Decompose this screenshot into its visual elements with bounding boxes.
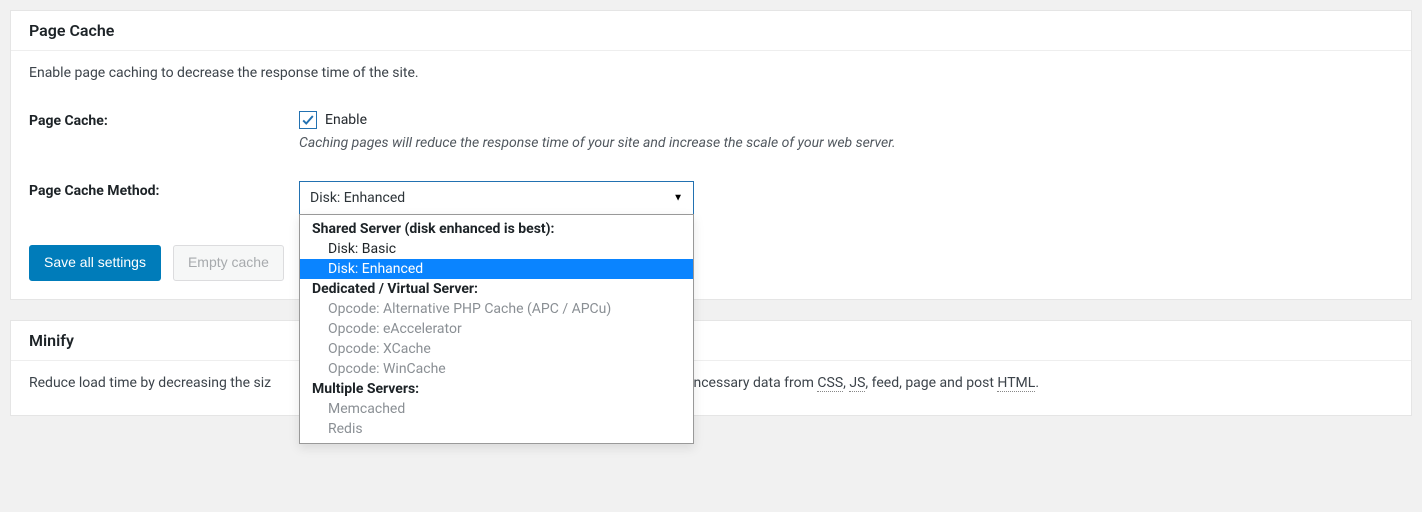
page-cache-enable-hint: Caching pages will reduce the response t… — [299, 135, 1393, 151]
page-cache-enable-checkbox-wrap[interactable]: Enable — [299, 111, 1393, 129]
page-cache-buttons: Save all settings Empty cache — [29, 245, 1393, 281]
select-option[interactable]: Disk: Basic — [300, 239, 693, 259]
abbr-html: HTML — [997, 375, 1035, 392]
minify-desc-part1: Reduce load time by decreasing the siz — [29, 375, 271, 391]
minify-panel: Minify Reduce load time by decreasing th… — [10, 320, 1412, 416]
option-group: Multiple Servers: — [300, 379, 693, 399]
abbr-css: CSS — [817, 375, 843, 392]
select-option[interactable]: Disk: Enhanced — [300, 259, 693, 279]
chevron-down-icon: ▼ — [673, 193, 683, 204]
minify-body: Reduce load time by decreasing the siz u… — [11, 361, 1411, 415]
select-option: Opcode: Alternative PHP Cache (APC / APC… — [300, 299, 693, 319]
abbr-js: JS — [849, 375, 865, 392]
minify-title: Minify — [29, 331, 1393, 350]
page-cache-title: Page Cache — [29, 21, 1393, 40]
check-icon — [301, 113, 315, 127]
option-group: Shared Server (disk enhanced is best): — [300, 219, 693, 239]
page-cache-body: Enable page caching to decrease the resp… — [11, 51, 1411, 299]
page-cache-enable-label: Page Cache: — [29, 111, 299, 151]
option-group: Dedicated / Virtual Server: — [300, 279, 693, 299]
select-option: Opcode: XCache — [300, 339, 693, 359]
page-cache-enable-checkbox-label: Enable — [325, 112, 367, 128]
select-option: Redis — [300, 419, 693, 439]
minify-desc-part2: unncessary data from — [678, 375, 817, 391]
save-all-settings-button[interactable]: Save all settings — [29, 245, 161, 281]
page-cache-method-label: Page Cache Method: — [29, 181, 299, 215]
page-cache-header: Page Cache — [11, 11, 1411, 51]
page-cache-method-select[interactable]: Disk: Enhanced ▼ — [299, 181, 694, 215]
select-option: Opcode: WinCache — [300, 359, 693, 379]
page-cache-method-selected-value: Disk: Enhanced — [310, 190, 405, 206]
page-cache-description: Enable page caching to decrease the resp… — [29, 65, 1393, 81]
page-cache-enable-row: Page Cache: Enable Caching pages will re… — [29, 111, 1393, 151]
empty-cache-button[interactable]: Empty cache — [173, 245, 284, 281]
minify-header: Minify — [11, 321, 1411, 361]
select-option: Opcode: eAccelerator — [300, 319, 693, 339]
page-cache-method-dropdown[interactable]: Shared Server (disk enhanced is best):Di… — [299, 214, 694, 444]
page-cache-method-control: Disk: Enhanced ▼ Shared Server (disk enh… — [299, 181, 1393, 215]
page-cache-enable-checkbox[interactable] — [299, 111, 317, 129]
page-cache-enable-control: Enable Caching pages will reduce the res… — [299, 111, 1393, 151]
page-cache-method-row: Page Cache Method: Disk: Enhanced ▼ Shar… — [29, 181, 1393, 215]
select-option: Memcached — [300, 399, 693, 419]
page-cache-panel: Page Cache Enable page caching to decrea… — [10, 10, 1412, 300]
minify-description: Reduce load time by decreasing the siz u… — [29, 375, 1393, 391]
